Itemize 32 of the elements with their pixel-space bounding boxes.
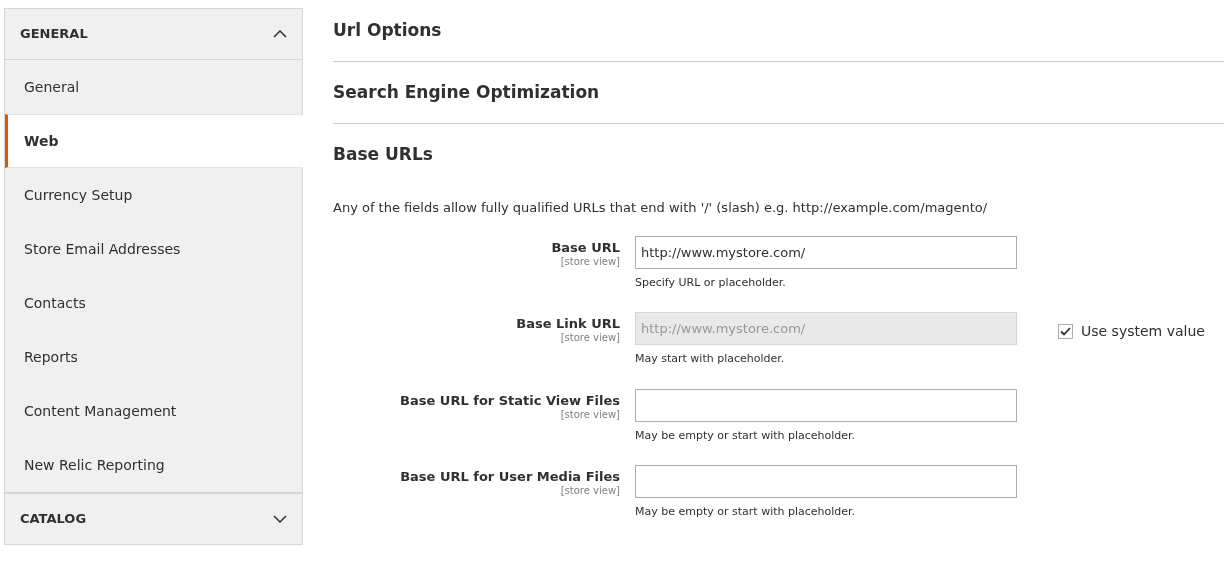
section-heading[interactable]: Url Options — [333, 0, 1224, 62]
field-hint: May be empty or start with placeholder. — [635, 504, 857, 520]
sidebar-item[interactable]: Store Email Addresses — [5, 222, 302, 276]
sidebar-item[interactable]: Currency Setup — [5, 168, 302, 222]
field-hint: Specify URL or placeholder. — [635, 274, 787, 291]
field-label: Base URL — [551, 240, 620, 254]
sidebar-item[interactable]: Reports — [5, 330, 302, 384]
sidebar-group-header[interactable]: GENERAL — [4, 8, 303, 60]
sidebar-item[interactable]: New Relic Reporting — [5, 438, 302, 492]
chevron-up-icon — [273, 30, 287, 38]
url-input-field[interactable] — [635, 388, 1017, 422]
scope-label: [store view] — [559, 409, 620, 420]
section-heading[interactable]: Base URLs — [333, 124, 1224, 186]
field-label: Base Link URL — [516, 317, 620, 330]
field-label: Base URL for Static View Files — [400, 393, 620, 407]
scope-label: [store view] — [559, 256, 620, 267]
sidebar-group-header[interactable]: CATALOG — [4, 493, 303, 545]
section-description: Any of the fields allow fully qualified URLs that end with '/' (slash) e.g. http://example.com/magento/ — [333, 199, 989, 217]
field-hint: May be empty or start with placeholder. — [635, 427, 857, 444]
url-input-field[interactable] — [635, 465, 1017, 498]
sidebar-item[interactable]: Web — [5, 114, 303, 168]
checkbox-label: Use system value — [1081, 322, 1205, 341]
sidebar-item[interactable]: General — [5, 60, 302, 114]
field-label: Base URL for User Media Files — [400, 470, 620, 483]
scope-label: [store view] — [559, 333, 620, 343]
sidebar-item[interactable]: Content Management — [5, 384, 302, 438]
sidebar-item[interactable]: Contacts — [5, 276, 302, 330]
url-input-field[interactable]: http://www.mystore.com/ — [635, 235, 1017, 269]
scope-label: [store view] — [559, 486, 620, 496]
section-heading[interactable]: Search Engine Optimization — [333, 62, 1224, 124]
chevron-down-icon — [273, 515, 287, 523]
field-hint: May start with placeholder. — [635, 351, 786, 367]
